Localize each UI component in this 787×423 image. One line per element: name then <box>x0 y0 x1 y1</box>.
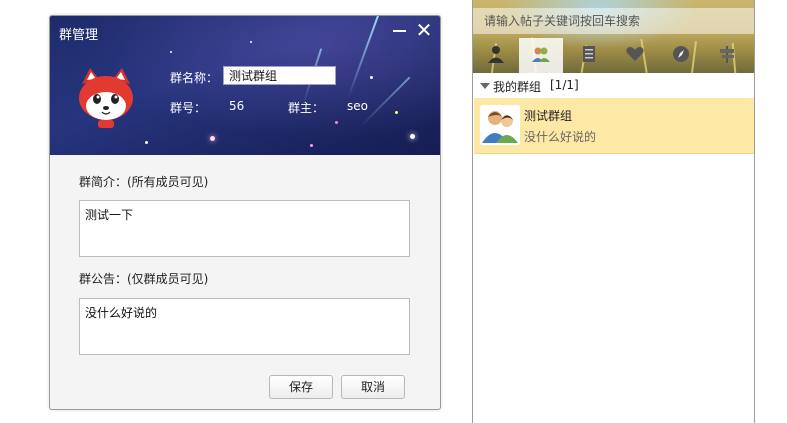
heart-icon[interactable] <box>625 44 645 64</box>
decor-star <box>335 121 338 124</box>
group-number-label: 群号： <box>170 101 207 115</box>
compass-icon[interactable] <box>671 44 691 64</box>
decor-star <box>210 136 215 141</box>
group-avatar-icon <box>480 105 520 145</box>
expand-triangle-icon <box>480 83 490 89</box>
panel-banner: 请输入帖子关键词按回车搜索 <box>473 0 754 73</box>
decor-star <box>370 76 373 79</box>
fox-avatar-icon <box>79 68 133 128</box>
group-management-dialog: 群管理 ✕ 群名称： 群号： 56 群主： seo 群简介：(所有成员可见) 测… <box>49 15 441 410</box>
person-icon[interactable] <box>486 44 506 64</box>
close-button[interactable]: ✕ <box>414 20 434 40</box>
decor-star <box>250 41 252 43</box>
decor-grass <box>691 40 697 73</box>
search-input[interactable]: 请输入帖子关键词按回车搜索 <box>473 8 754 34</box>
my-groups-section-header[interactable]: 我的群组 [1/1] <box>473 74 754 98</box>
decor-star <box>145 141 148 144</box>
group-list-panel: 请输入帖子关键词按回车搜索 我的群组 [1/1] 测试群组 没什么好说的 <box>472 0 755 423</box>
close-icon: ✕ <box>415 18 433 42</box>
decor-star <box>310 144 313 147</box>
cancel-button[interactable]: 取消 <box>341 375 405 399</box>
notepad-icon[interactable] <box>579 44 599 64</box>
decor-star <box>170 51 172 53</box>
intro-label: 群简介：(所有成员可见) <box>79 175 209 189</box>
group-owner-label: 群主： <box>288 101 325 115</box>
group-name: 测试群组 <box>524 109 573 123</box>
intro-textarea[interactable]: 测试一下 <box>79 200 410 257</box>
minimize-button[interactable] <box>390 20 410 40</box>
group-number-value: 56 <box>229 99 245 113</box>
dialog-header: 群管理 ✕ 群名称： 群号： 56 群主： seo <box>50 16 440 155</box>
group-owner-value: seo <box>347 99 368 113</box>
group-name-input[interactable] <box>223 66 336 85</box>
save-button[interactable]: 保存 <box>269 375 333 399</box>
list-item[interactable]: 测试群组 没什么好说的 <box>474 98 754 154</box>
decor-star <box>410 134 415 139</box>
dialog-title: 群管理 <box>59 28 99 43</box>
notice-textarea[interactable]: 没什么好说的 <box>79 298 410 355</box>
group-name-label: 群名称： <box>170 71 219 85</box>
my-groups-count: [1/1] <box>550 78 579 92</box>
decor-star <box>395 111 398 114</box>
my-groups-label: 我的群组 <box>493 80 542 94</box>
group-icon[interactable] <box>531 44 551 64</box>
signpost-icon[interactable] <box>717 44 737 64</box>
minimize-icon <box>393 30 406 32</box>
decor-streak <box>346 16 380 100</box>
notice-label: 群公告：(仅群成员可见) <box>79 272 209 286</box>
group-description: 没什么好说的 <box>524 130 597 144</box>
